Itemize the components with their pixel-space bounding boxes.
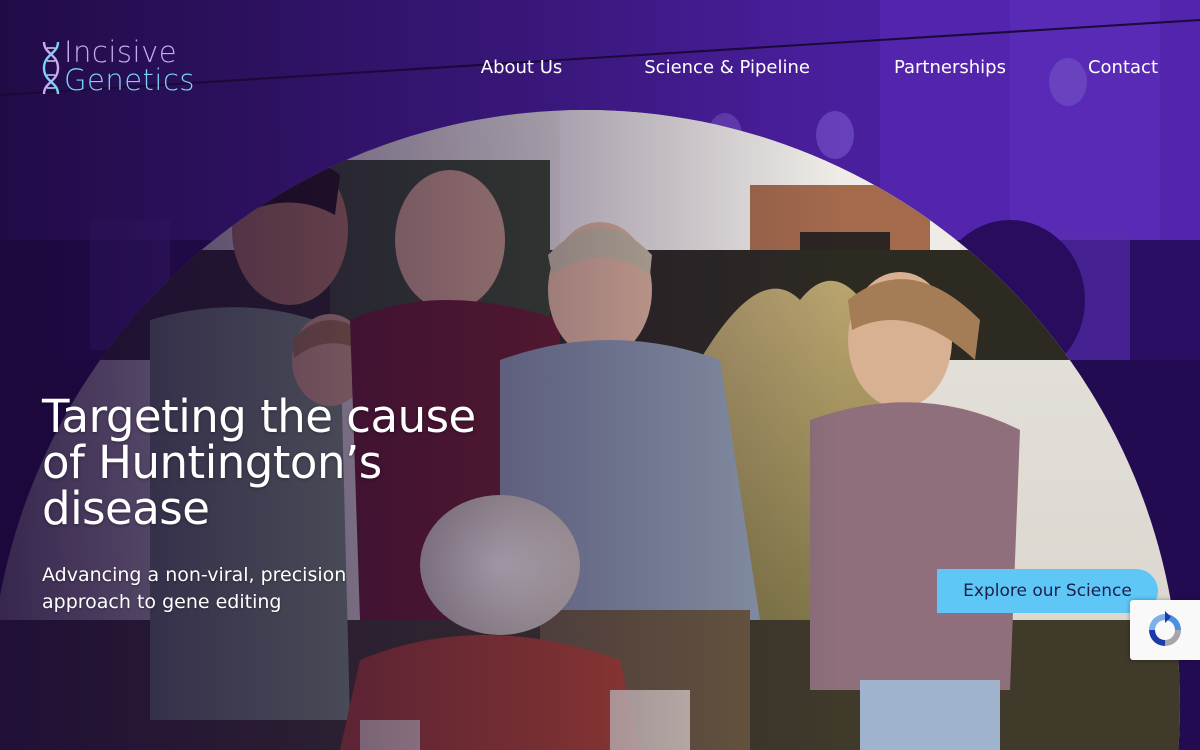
recaptcha-icon	[1149, 611, 1181, 646]
brand-name-line2: Genetics	[64, 63, 196, 97]
nav-link-about-us[interactable]: About Us	[481, 55, 563, 81]
hero-page: Incisive Genetics About Us Science & Pip…	[0, 0, 1200, 750]
brand-logo[interactable]: Incisive Genetics	[40, 38, 215, 98]
hero-background-photo	[0, 0, 1200, 750]
nav-link-contact[interactable]: Contact	[1088, 55, 1158, 81]
nav-link-partnerships[interactable]: Partnerships	[894, 55, 1006, 81]
main-nav: About Us Science & Pipeline Partnerships…	[481, 55, 1158, 81]
nav-link-science-pipeline[interactable]: Science & Pipeline	[644, 55, 810, 81]
explore-science-button[interactable]: Explore our Science	[937, 569, 1158, 613]
recaptcha-badge[interactable]	[1130, 600, 1200, 660]
dna-helix-icon	[42, 41, 60, 95]
hero-title: Targeting the cause of Huntington’s dise…	[42, 390, 476, 535]
hero-subtitle: Advancing a non-viral, precision approac…	[42, 564, 347, 613]
